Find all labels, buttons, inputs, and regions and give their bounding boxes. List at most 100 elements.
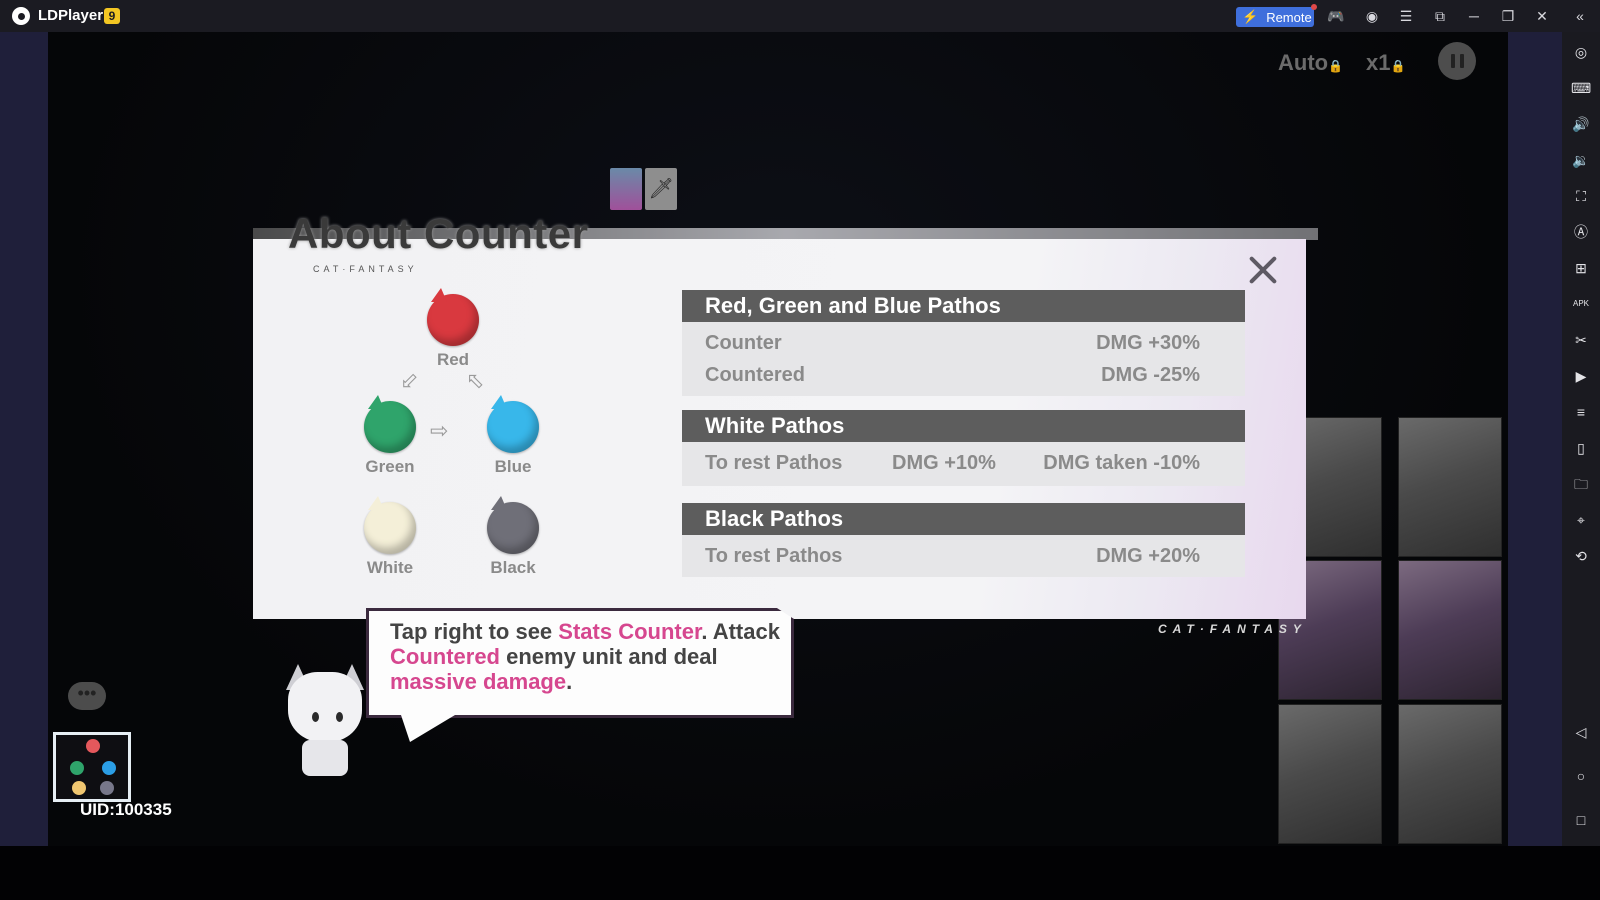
folder-icon[interactable]: 🗀 [1571, 474, 1591, 494]
pathos-label: White [366, 558, 414, 577]
operation-record-icon[interactable]: ≡ [1571, 402, 1591, 422]
speed-label: x1 [1366, 50, 1391, 75]
settings-icon[interactable]: ◎ [1571, 42, 1591, 62]
speed-button[interactable]: x1🔒 [1366, 50, 1405, 76]
section-header-white: White Pathos [682, 410, 1245, 442]
character-card[interactable] [1398, 417, 1502, 557]
stat-label: To rest Pathos [705, 452, 843, 474]
pathos-label: Blue [494, 457, 532, 476]
rotate-icon[interactable]: ⟲ [1571, 546, 1591, 566]
skill-tiles: 🗡 [610, 168, 677, 210]
restore-icon[interactable]: ❐ [1498, 6, 1518, 26]
account-icon[interactable]: ◉ [1362, 6, 1382, 26]
blue-cat-icon [487, 395, 539, 453]
close-icon[interactable]: ✕ [1532, 6, 1552, 26]
section-body-black: To rest Pathos DMG +20% [682, 535, 1245, 577]
section-body-white: To rest Pathos DMG +10% DMG taken -10% [682, 442, 1245, 486]
chat-icon[interactable]: ••• [68, 682, 106, 710]
pathos-white: White [350, 496, 430, 578]
guide-character [278, 662, 368, 782]
menu-icon[interactable]: ☰ [1396, 6, 1416, 26]
section-header-black: Black Pathos [682, 503, 1245, 535]
pathos-green: Green [350, 395, 430, 477]
pathos-label: Red [436, 350, 470, 369]
bottom-area [0, 846, 1600, 900]
highlight-text: massive damage [390, 669, 567, 694]
shake-icon[interactable]: ▯ [1571, 438, 1591, 458]
black-dot [100, 781, 114, 795]
left-bezel [0, 32, 48, 846]
remote-label: Remote [1266, 9, 1312, 25]
green-dot [70, 761, 84, 775]
black-cat-icon [487, 496, 539, 554]
stat-label: To rest Pathos [705, 545, 843, 567]
volume-up-icon[interactable]: 🔊 [1571, 114, 1591, 134]
lock-icon: 🔒 [1328, 59, 1344, 73]
auto-label: Auto [1278, 50, 1329, 75]
tutorial-text-part: Tap right to see [390, 619, 559, 644]
minimize-icon[interactable]: ─ [1464, 6, 1484, 26]
auto-click-icon[interactable]: Ⓐ [1571, 222, 1591, 242]
pathos-red: Red [413, 288, 493, 370]
white-dot [72, 781, 86, 795]
close-dialog-button[interactable] [1243, 250, 1283, 290]
emulator-titlebar: LDPlayer 9 ⚡ Remote 🎮 ◉ ☰ ⧉ ─ ❐ ✕ « [0, 0, 1600, 32]
stat-label: Counter [705, 332, 782, 354]
screenshot-icon[interactable]: ⛶ [1571, 186, 1591, 206]
tutorial-text: Tap right to see Stats Counter. Attack C… [390, 619, 790, 694]
lightning-icon: ⚡ [1242, 9, 1259, 24]
stat-row: To rest Pathos DMG +10% DMG taken -10% [682, 447, 1245, 479]
stat-value: DMG +30% [1096, 332, 1200, 354]
stat-value: DMG -25% [1101, 364, 1200, 386]
collapse-sidebar-icon[interactable]: « [1570, 6, 1590, 26]
counter-info-button[interactable] [53, 732, 131, 802]
pathos-blue: Blue [473, 395, 553, 477]
stat-row: To rest Pathos DMG +20% [682, 540, 1245, 572]
stat-value: DMG +10% [892, 452, 996, 474]
red-cat-icon [427, 288, 479, 346]
pathos-label: Green [365, 457, 415, 476]
lock-icon: 🔒 [1390, 59, 1406, 73]
pathos-black: Black [473, 496, 553, 578]
red-dot [86, 739, 100, 753]
notification-dot [1311, 4, 1317, 10]
apk-install-icon[interactable]: APK [1571, 294, 1591, 314]
pathos-label: Black [490, 558, 536, 577]
game-screen[interactable]: Auto🔒 x1🔒 🗡 CAT·FANTASY About Counter CA… [48, 32, 1508, 846]
stat-row: Countered DMG -25% [682, 359, 1245, 391]
back-icon[interactable]: ◁ [1571, 722, 1591, 742]
volume-down-icon[interactable]: 🔉 [1571, 150, 1591, 170]
auto-battle-button[interactable]: Auto🔒 [1278, 50, 1343, 76]
highlight-text: Countered [390, 644, 500, 669]
stat-value: DMG taken -10% [1043, 452, 1200, 474]
record-icon[interactable]: ▶ [1571, 366, 1591, 386]
stat-row: Counter DMG +30% [682, 327, 1245, 359]
scissors-icon[interactable]: ✂ [1571, 330, 1591, 350]
remote-button[interactable]: ⚡ Remote [1236, 4, 1317, 27]
section-header-rgb: Red, Green and Blue Pathos [682, 290, 1245, 322]
character-card[interactable] [1398, 704, 1502, 844]
pause-button[interactable] [1438, 42, 1476, 80]
home-icon[interactable]: ○ [1571, 766, 1591, 786]
green-cat-icon [364, 395, 416, 453]
ldplayer-logo-icon [12, 7, 30, 25]
stat-label: Countered [705, 364, 805, 386]
sword-icon: 🗡 [645, 168, 677, 210]
stat-value: DMG +20% [1096, 545, 1200, 567]
version-badge: 9 [104, 8, 120, 24]
character-card[interactable] [1398, 560, 1502, 700]
gamepad-icon[interactable]: 🎮 [1326, 6, 1346, 26]
white-cat-icon [364, 496, 416, 554]
app-name: LDPlayer [38, 7, 104, 24]
sp-tile [610, 168, 642, 210]
bubble-tail [400, 712, 460, 742]
screen-resize-icon[interactable]: ⧉ [1430, 6, 1450, 26]
tutorial-text-part: enemy unit and deal [500, 644, 718, 669]
recents-icon[interactable]: □ [1571, 810, 1591, 830]
location-icon[interactable]: ⌖ [1571, 510, 1591, 530]
character-card[interactable] [1278, 704, 1382, 844]
tutorial-text-part: . Attack [701, 619, 780, 644]
highlight-text: Stats Counter [558, 619, 702, 644]
add-app-icon[interactable]: ⊞ [1571, 258, 1591, 278]
keyboard-icon[interactable]: ⌨ [1571, 78, 1591, 98]
